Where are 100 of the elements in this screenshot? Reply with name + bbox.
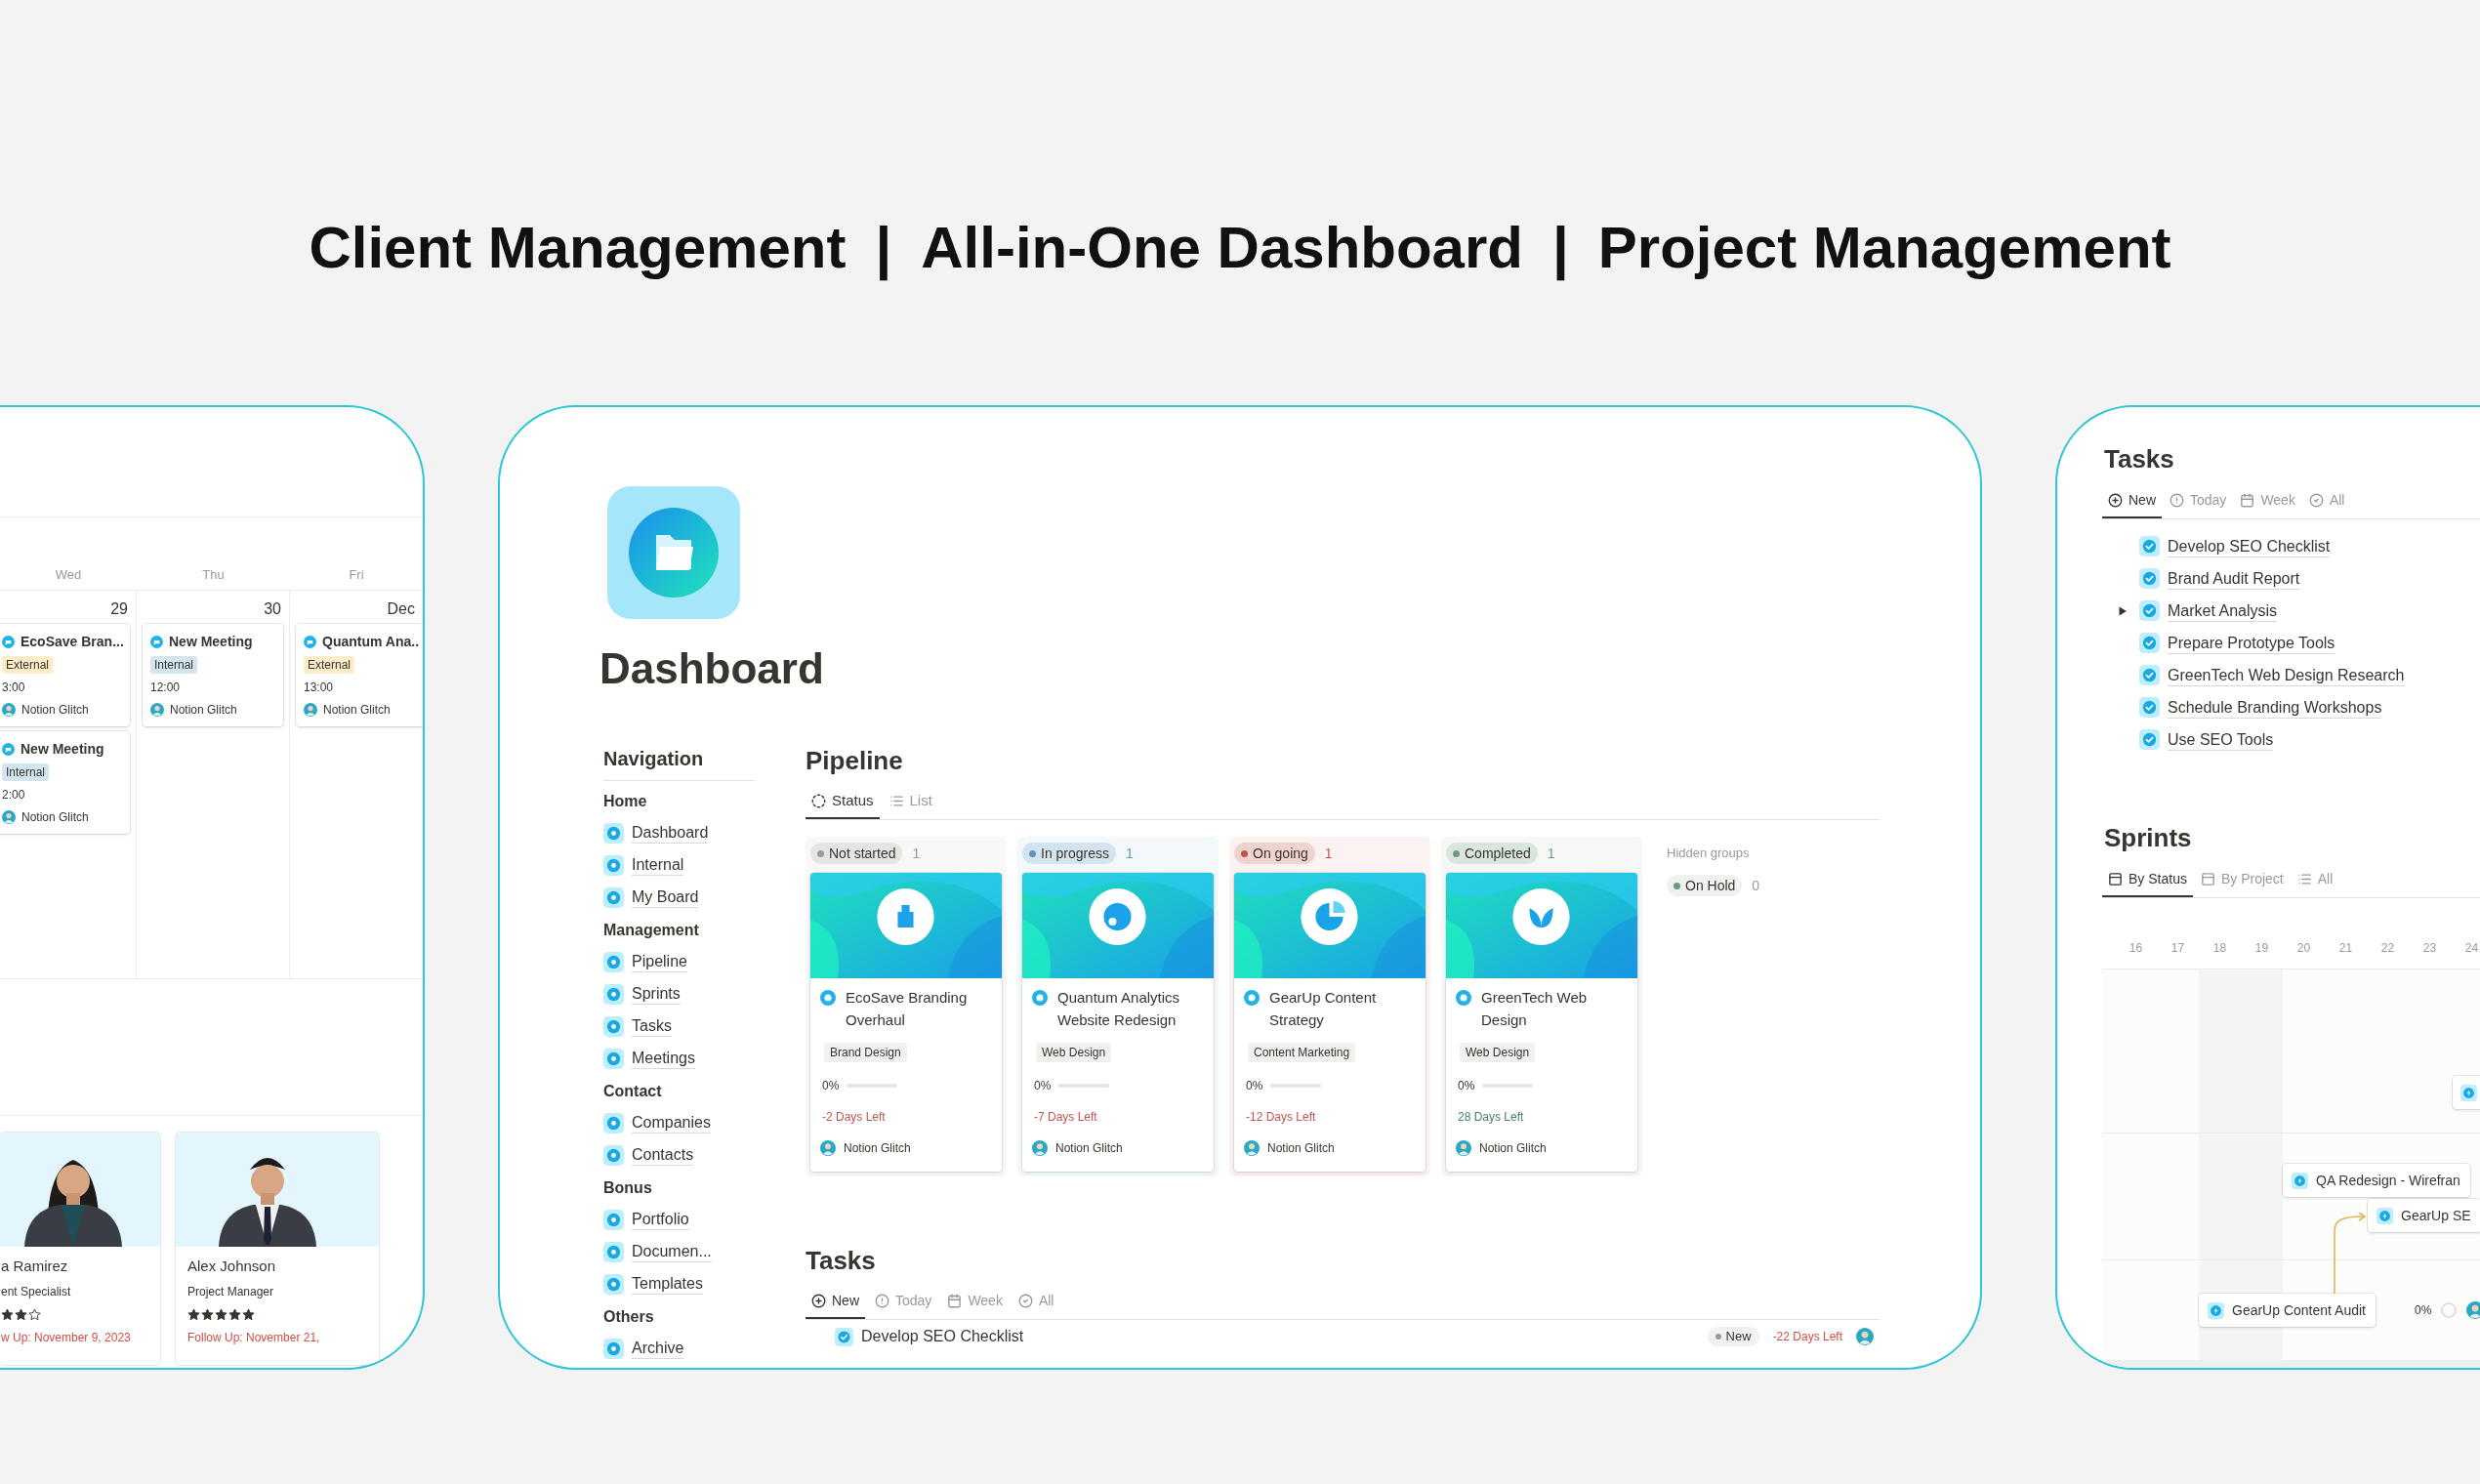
check-icon <box>2139 568 2160 589</box>
nav-link[interactable]: Pipeline <box>632 952 687 972</box>
status-label: On Hold <box>1685 876 1736 895</box>
nav-link[interactable]: Templates <box>632 1274 703 1295</box>
badge-icon <box>603 1242 624 1262</box>
headline-text: | <box>875 213 892 283</box>
project-card[interactable]: EcoSave Branding Overhaul Brand Design 0% -2 Days Left Notion Glitch <box>810 873 1002 1172</box>
day-label: 18 <box>2211 940 2228 957</box>
avatar-icon <box>2 703 16 717</box>
card-title: GreenTech Web Design <box>1481 988 1589 1030</box>
nav-section-label: Contact <box>603 1081 662 1101</box>
card-tag: Brand Design <box>824 1043 907 1062</box>
badge-icon <box>603 1016 624 1037</box>
weekday-label: Fri <box>349 565 364 584</box>
nav-heading: Navigation <box>603 747 704 771</box>
task-link[interactable]: Prepare Prototype Tools <box>2168 632 2335 654</box>
progress-value: 0% <box>822 1078 840 1094</box>
event-card[interactable]: Quantum Ana.. External 13:00 Notion Glitch <box>296 624 423 726</box>
nav-link[interactable]: Archive <box>632 1339 684 1359</box>
event-card[interactable]: New Meeting Internal 2:00 Notion Glitch <box>0 731 130 834</box>
nav-link[interactable]: My Board <box>632 887 699 908</box>
event-title: New Meeting <box>21 740 104 759</box>
logo-icon <box>820 990 836 1006</box>
days-left: -7 Days Left <box>1034 1109 1097 1126</box>
view-tab[interactable]: New <box>806 1285 865 1319</box>
nav-link[interactable]: Documen... <box>632 1242 712 1262</box>
timeline-bar[interactable]: GearUp SE <box>2368 1199 2480 1232</box>
nav-section-label: Bonus <box>603 1177 652 1198</box>
view-tab[interactable]: New <box>2102 484 2162 518</box>
progress-value: 0% <box>1246 1078 1263 1094</box>
nav-link[interactable]: Dashboard <box>632 823 709 844</box>
view-icon <box>2308 493 2324 508</box>
view-tab[interactable]: Status <box>806 785 880 819</box>
group-count: 0 <box>1752 876 1760 895</box>
progress-value: 0% <box>1458 1078 1475 1094</box>
card-tag: Web Design <box>1460 1043 1536 1062</box>
status-label: New <box>1725 1328 1752 1346</box>
weekday-label: Thu <box>202 565 225 584</box>
hidden-groups-label: Hidden groups <box>1667 845 1750 862</box>
check-icon <box>2139 536 2160 556</box>
avatar-icon <box>1856 1328 1874 1345</box>
timeline-bar[interactable]: QA Redesign - Wirefran <box>2283 1164 2470 1197</box>
project-card[interactable]: Quantum Analytics Website Redesign Web Design 0% -7 Days Left Notion Glitch <box>1022 873 1214 1172</box>
owner-name: Notion Glitch <box>1267 1140 1335 1157</box>
contact-card[interactable]: Alex Johnson Project Manager Follow Up: November 21, <box>176 1133 379 1365</box>
view-icon <box>2200 872 2215 886</box>
badge-icon <box>603 952 624 972</box>
event-tag: Internal <box>2 763 50 781</box>
group-count: 1 <box>1547 844 1555 863</box>
project-card[interactable]: GreenTech Web Design Web Design 0% 28 Days Left Notion Glitch <box>1446 873 1637 1172</box>
nav-link[interactable]: Companies <box>632 1113 711 1134</box>
view-icon <box>2108 493 2123 508</box>
timeline-bar[interactable]: GearUp Content Audit <box>2199 1294 2376 1327</box>
badge-icon <box>603 1339 624 1359</box>
view-tab[interactable]: By Status <box>2102 863 2193 897</box>
task-link[interactable]: Develop SEO Checklist <box>2168 535 2331 557</box>
owner-name: Notion Glitch <box>1479 1140 1547 1157</box>
task-link[interactable]: Schedule Branding Workshops <box>2168 696 2382 719</box>
nav-link[interactable]: Contacts <box>632 1145 694 1166</box>
day-label: 16 <box>2128 940 2144 957</box>
nav-link[interactable]: Portfolio <box>632 1210 689 1230</box>
event-card[interactable]: EcoSave Bran... External 3:00 Notion Glitch <box>0 624 130 726</box>
task-link[interactable]: Use SEO Tools <box>2168 728 2274 751</box>
expand-toggle[interactable] <box>2118 605 2128 616</box>
chat-icon <box>304 635 316 648</box>
event-tag: External <box>2 656 54 674</box>
project-card[interactable]: GearUp Content Strategy Content Marketing 0% -12 Days Left Notion Glitch <box>1234 873 1426 1172</box>
event-time: 3:00 <box>2 680 25 696</box>
check-icon <box>2139 600 2160 621</box>
nav-link[interactable]: Internal <box>632 855 684 876</box>
nav-link[interactable]: Meetings <box>632 1049 695 1069</box>
nav-section-label: Home <box>603 791 647 811</box>
card-title: Quantum Analytics Website Redesign <box>1057 988 1181 1030</box>
event-title: Quantum Ana.. <box>322 633 420 651</box>
task-link[interactable]: Brand Audit Report <box>2168 567 2300 590</box>
section-title: Tasks <box>806 1245 877 1276</box>
weekday-label: Wed <box>55 565 82 584</box>
owner-name: Notion Glitch <box>1055 1140 1123 1157</box>
progress-value: 0% <box>2415 1302 2432 1319</box>
section-title: Pipeline <box>806 745 904 776</box>
star-icon <box>1 1308 14 1321</box>
sprint-title: GearUp SE <box>2401 1206 2471 1225</box>
contact-card[interactable]: a Ramirez ent Specialist w Up: November 9, 2023 <box>0 1133 160 1365</box>
card-tag: Content Marketing <box>1248 1043 1356 1062</box>
card-title: GearUp Content Strategy <box>1269 988 1378 1030</box>
group-count: 1 <box>1126 844 1134 863</box>
task-title[interactable]: Develop SEO Checklist <box>861 1325 1024 1348</box>
check-icon <box>2139 633 2160 653</box>
avatar-icon <box>304 703 317 717</box>
avatar-icon <box>1032 1140 1048 1156</box>
headline-text: | <box>1551 213 1569 283</box>
contact-name: a Ramirez <box>1 1257 68 1275</box>
task-link[interactable]: Market Analysis <box>2168 599 2278 622</box>
nav-link[interactable]: Sprints <box>632 984 681 1005</box>
nav-link[interactable]: Tasks <box>632 1016 672 1037</box>
view-icon <box>875 1294 889 1308</box>
bolt-icon <box>2292 1172 2308 1189</box>
event-card[interactable]: New Meeting Internal 12:00 Notion Glitch <box>143 624 283 726</box>
task-link[interactable]: GreenTech Web Design Research <box>2168 664 2405 686</box>
day-label: 19 <box>2253 940 2270 957</box>
